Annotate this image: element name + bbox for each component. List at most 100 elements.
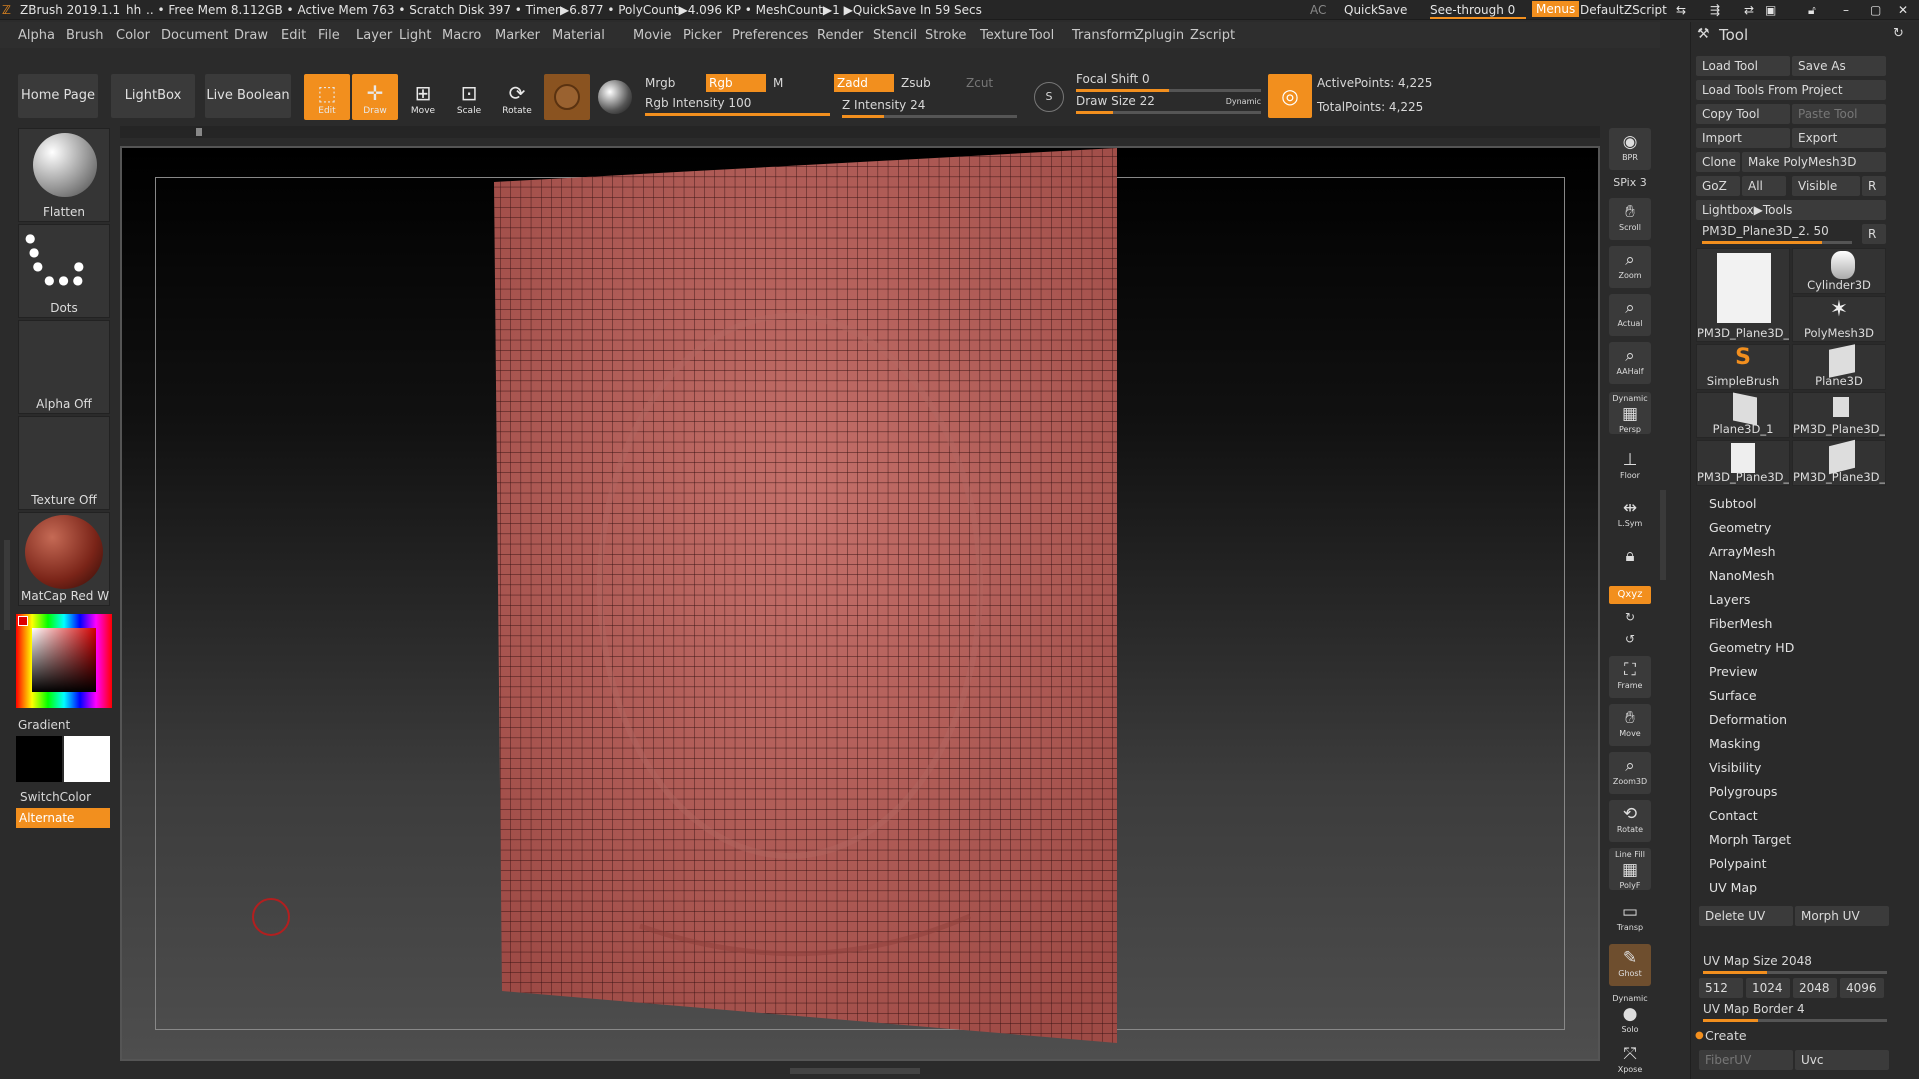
bpr-button[interactable]: ◉ BPR — [1609, 128, 1651, 170]
rotate-button[interactable]: ⟳ Rotate — [494, 74, 540, 120]
color-marker[interactable] — [18, 616, 28, 626]
xpose-button[interactable]: ⤧ Xpose — [1609, 1040, 1651, 1078]
menu-file[interactable]: File — [318, 28, 340, 43]
window-arrange-icon[interactable]: ⇄ — [1744, 3, 1754, 17]
frame-button[interactable]: ⛶ Frame — [1609, 656, 1651, 698]
section-polygroups[interactable]: Polygroups — [1709, 784, 1777, 799]
y-rotation-icon[interactable]: ↻ — [1625, 610, 1635, 624]
tool-thumb-pm3d-plane3d-d[interactable]: PM3D_Plane3D_ — [1792, 439, 1886, 486]
focal-shift-slider[interactable]: Focal Shift 0 — [1076, 72, 1261, 92]
uv-size-1024-button[interactable]: 1024 — [1746, 978, 1790, 998]
transparency-button[interactable]: ▭ Transp — [1609, 898, 1651, 940]
clone-button[interactable]: Clone — [1696, 152, 1740, 172]
dynamic-label[interactable]: Dynamic — [1226, 97, 1261, 106]
morph-uv-button[interactable]: Morph UV — [1795, 906, 1889, 926]
ghost-button[interactable]: ✎ Ghost — [1609, 944, 1651, 986]
mrgb-toggle[interactable]: Mrgb — [645, 76, 675, 90]
z-intensity-slider[interactable]: Z Intensity 24 — [842, 98, 1017, 118]
home-page-button[interactable]: Home Page — [18, 74, 98, 118]
tool-palette-title[interactable]: Tool — [1719, 26, 1748, 44]
close-icon[interactable]: ✕ — [1898, 3, 1908, 17]
section-deformation[interactable]: Deformation — [1709, 712, 1787, 727]
edit-button[interactable]: ⬚ Edit — [304, 74, 350, 120]
quicksave-button[interactable]: QuickSave — [1344, 3, 1407, 17]
section-subtool[interactable]: Subtool — [1709, 496, 1756, 511]
uvc-button[interactable]: Uvc — [1795, 1050, 1889, 1070]
lightbox-button[interactable]: LightBox — [111, 74, 195, 118]
switch-color-button[interactable]: SwitchColor — [20, 790, 91, 804]
bottom-tray-handle[interactable] — [790, 1068, 920, 1074]
ac-label[interactable]: AC — [1310, 3, 1326, 17]
menu-stencil[interactable]: Stencil — [873, 28, 917, 43]
material-swatch-button[interactable] — [544, 74, 590, 120]
uv-size-2048-button[interactable]: 2048 — [1793, 978, 1837, 998]
menu-marker[interactable]: Marker — [495, 28, 540, 43]
menu-light[interactable]: Light — [399, 28, 431, 43]
lock-camera-button[interactable]: 🔒︎ — [1609, 542, 1651, 584]
section-contact[interactable]: Contact — [1709, 808, 1758, 823]
tool-thumb-polymesh3d[interactable]: ✶ PolyMesh3D — [1792, 296, 1886, 342]
tray-collapse-handle[interactable] — [4, 540, 10, 630]
menu-alpha[interactable]: Alpha — [18, 28, 55, 43]
draw-size-slider[interactable]: Draw Size 22 Dynamic — [1076, 94, 1261, 116]
section-polypaint[interactable]: Polypaint — [1709, 856, 1767, 871]
section-geometry-hd[interactable]: Geometry HD — [1709, 640, 1794, 655]
section-layers[interactable]: Layers — [1709, 592, 1750, 607]
texture-slot[interactable]: Texture Off — [18, 416, 110, 510]
move-view-button[interactable]: ✋︎ Move — [1609, 704, 1651, 746]
tool-thumb-pm3d-plane3d-current[interactable]: PM3D_Plane3D_ — [1696, 248, 1790, 342]
live-boolean-button[interactable]: Live Boolean — [205, 74, 291, 118]
menu-render[interactable]: Render — [817, 28, 863, 43]
menu-edit[interactable]: Edit — [281, 28, 306, 43]
solo-button[interactable]: Dynamic ● Solo — [1609, 992, 1651, 1034]
section-preview[interactable]: Preview — [1709, 664, 1758, 679]
main-color-swatch[interactable] — [16, 736, 62, 782]
persp-button[interactable]: Dynamic ▦ Persp — [1609, 392, 1651, 434]
menu-draw[interactable]: Draw — [234, 28, 268, 43]
section-geometry[interactable]: Geometry — [1709, 520, 1771, 535]
polyframe-button[interactable]: Line Fill ▦ PolyF — [1609, 848, 1651, 890]
make-polymesh3d-button[interactable]: Make PolyMesh3D — [1742, 152, 1886, 172]
xyz-rotation-button[interactable]: Qxyz — [1609, 586, 1651, 604]
menu-zscript[interactable]: Zscript — [1190, 28, 1235, 43]
rgb-toggle[interactable]: Rgb — [706, 74, 766, 92]
zoom3d-button[interactable]: ⌕ Zoom3D — [1609, 752, 1651, 794]
section-morph-target[interactable]: Morph Target — [1709, 832, 1791, 847]
alpha-slot[interactable]: Alpha Off — [18, 320, 110, 414]
menu-color[interactable]: Color — [116, 28, 150, 43]
spix-slider[interactable]: SPix 3 — [1609, 176, 1651, 189]
menu-layer[interactable]: Layer — [356, 28, 392, 43]
menu-transform[interactable]: Transform — [1072, 28, 1137, 43]
current-tool-r-button[interactable]: R — [1862, 224, 1886, 244]
z-rotation-icon[interactable]: ↺ — [1625, 632, 1635, 646]
section-visibility[interactable]: Visibility — [1709, 760, 1761, 775]
copy-tool-button[interactable]: Copy Tool — [1696, 104, 1790, 124]
load-tools-from-project-button[interactable]: Load Tools From Project — [1696, 80, 1886, 100]
tool-thumb-pm3d-plane3d-b[interactable]: PM3D_Plane3D_ — [1792, 392, 1886, 438]
move-button[interactable]: ⊞ Move — [400, 74, 446, 120]
tool-thumb-plane3d[interactable]: Plane3D — [1792, 344, 1886, 390]
actual-button[interactable]: ⌕ Actual — [1609, 294, 1651, 336]
rgb-intensity-slider[interactable]: Rgb Intensity 100 — [645, 96, 830, 116]
menu-zplugin[interactable]: Zplugin — [1135, 28, 1184, 43]
zcut-toggle[interactable]: Zcut — [966, 76, 993, 90]
menu-material[interactable]: Material — [552, 28, 605, 43]
create-section[interactable]: Create — [1705, 1028, 1747, 1043]
zsub-toggle[interactable]: Zsub — [901, 76, 931, 90]
tool-thumb-plane3d-1[interactable]: Plane3D_1 — [1696, 392, 1790, 438]
goz-visible-button[interactable]: Visible — [1792, 176, 1860, 196]
tool-thumb-pm3d-plane3d-c[interactable]: PM3D_Plane3D_ — [1696, 440, 1790, 486]
aahalf-button[interactable]: ⌕ AAHalf — [1609, 342, 1651, 384]
draw-button[interactable]: ✛ Draw — [352, 74, 398, 120]
fiberuv-button[interactable]: FiberUV — [1699, 1050, 1793, 1070]
section-surface[interactable]: Surface — [1709, 688, 1757, 703]
uv-map-size-slider[interactable]: UV Map Size 2048 — [1699, 954, 1889, 974]
section-arraymesh[interactable]: ArrayMesh — [1709, 544, 1776, 559]
load-tool-button[interactable]: Load Tool — [1696, 56, 1790, 76]
default-zscript-button[interactable]: DefaultZScript — [1580, 3, 1667, 17]
uv-size-512-button[interactable]: 512 — [1699, 978, 1743, 998]
sculptris-pro-icon[interactable]: S — [1034, 82, 1064, 112]
delete-uv-button[interactable]: Delete UV — [1699, 906, 1793, 926]
local-symmetry-button[interactable]: ⇹ L.Sym — [1609, 494, 1651, 536]
menu-macro[interactable]: Macro — [442, 28, 481, 43]
